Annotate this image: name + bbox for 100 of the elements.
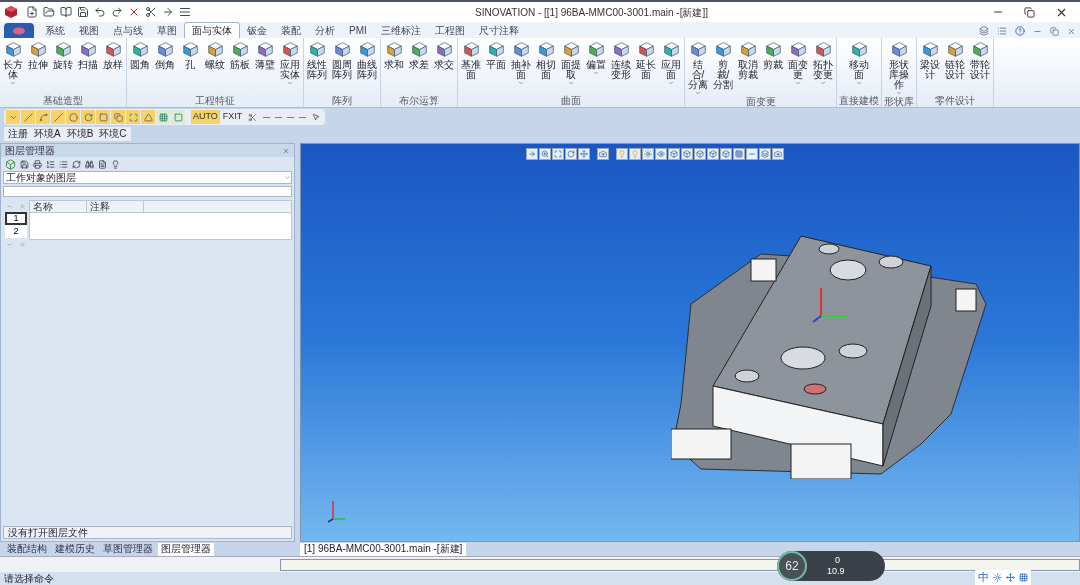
ribbon-tab[interactable]: 系统 bbox=[38, 23, 72, 38]
scroll-down-icon[interactable] bbox=[6, 240, 13, 248]
restore-icon[interactable] bbox=[1024, 6, 1035, 18]
ribbon-tab[interactable]: PMI bbox=[342, 23, 374, 38]
view-tool-button[interactable] bbox=[720, 148, 732, 160]
ribbon-tab[interactable]: 装配 bbox=[274, 23, 308, 38]
ribbon-button[interactable]: 相切面 bbox=[535, 38, 557, 95]
view-tool-button[interactable] bbox=[597, 148, 609, 160]
ribbon-button[interactable]: 偏置 bbox=[585, 38, 607, 95]
ribbon-button[interactable]: 筋板 bbox=[229, 38, 251, 95]
ribbon-button[interactable]: 圆周阵列 bbox=[331, 38, 353, 95]
ribbon-button[interactable]: 拉伸 bbox=[27, 38, 49, 95]
ribbon-button[interactable]: 孔 bbox=[179, 38, 201, 95]
save-icon[interactable] bbox=[77, 6, 89, 18]
ribbon-tab[interactable]: 三维标注 bbox=[373, 23, 428, 38]
ribbon-button[interactable]: 薄壁 bbox=[254, 38, 276, 95]
view-tool-button[interactable] bbox=[746, 148, 758, 160]
ribbon-button[interactable]: 求差 bbox=[408, 38, 430, 95]
row-header[interactable]: 1 bbox=[5, 212, 27, 225]
ribbon-button[interactable]: 剪裁 bbox=[762, 38, 784, 96]
ribbon-tab[interactable]: 点与线 bbox=[106, 23, 150, 38]
view-tool-button[interactable] bbox=[552, 148, 564, 160]
view-tool-button[interactable] bbox=[694, 148, 706, 160]
ribbon-button[interactable]: 梁设计 bbox=[919, 38, 941, 95]
environment-tab[interactable]: 注册 bbox=[8, 127, 28, 140]
list-icon[interactable] bbox=[59, 159, 68, 169]
view-tool-button[interactable] bbox=[616, 148, 628, 160]
arrow-right-icon[interactable] bbox=[162, 6, 174, 18]
mode-button[interactable]: FXIT bbox=[220, 110, 245, 124]
redo-icon[interactable] bbox=[111, 6, 123, 18]
ribbon-tab[interactable]: 钣金 bbox=[240, 23, 274, 38]
view-tool-button[interactable] bbox=[642, 148, 654, 160]
tool-button[interactable] bbox=[126, 110, 140, 124]
book-icon[interactable] bbox=[60, 6, 72, 18]
ribbon-button[interactable]: 曲线阵列 bbox=[356, 38, 378, 95]
ribbon-button[interactable]: 剪裁/分割 bbox=[712, 38, 734, 96]
view-tool-button[interactable] bbox=[578, 148, 590, 160]
tool-button[interactable] bbox=[156, 110, 170, 124]
ribbon-button[interactable]: 结合/分离 bbox=[687, 38, 709, 96]
column-header[interactable]: 注释 bbox=[87, 201, 144, 212]
ribbon-button[interactable]: 面变更 bbox=[787, 38, 809, 96]
menu-icon[interactable] bbox=[179, 6, 191, 18]
view-tool-button[interactable] bbox=[681, 148, 693, 160]
ribbon-tab[interactable]: 工程图 bbox=[427, 23, 472, 38]
environment-tab[interactable]: 环境B bbox=[66, 127, 94, 140]
panel-tab[interactable]: 草图管理器 bbox=[100, 542, 156, 556]
scissors-icon[interactable] bbox=[145, 6, 157, 18]
ribbon-button[interactable]: 面提取 bbox=[560, 38, 582, 95]
scroll-up-icon[interactable] bbox=[6, 202, 13, 210]
bulb-icon[interactable] bbox=[111, 159, 120, 169]
refresh-icon[interactable] bbox=[72, 159, 81, 169]
tool-button[interactable] bbox=[36, 110, 50, 124]
mode-button[interactable]: AUTO bbox=[191, 110, 220, 124]
ribbon-tab[interactable]: 视图 bbox=[72, 23, 106, 38]
close-icon[interactable] bbox=[128, 6, 140, 18]
tool-button[interactable] bbox=[21, 110, 35, 124]
3d-viewport[interactable] bbox=[300, 143, 1080, 542]
panel-tab[interactable]: 图层管理器 bbox=[158, 542, 214, 556]
ribbon-button[interactable]: 基准面 bbox=[460, 38, 482, 95]
layer-icon[interactable] bbox=[5, 158, 16, 170]
ribbon-tab[interactable]: 面与实体 bbox=[184, 22, 240, 38]
ribbon-button[interactable]: 平面 bbox=[485, 38, 507, 95]
undo-icon[interactable] bbox=[94, 6, 106, 18]
tool-button[interactable] bbox=[171, 110, 185, 124]
tool-button[interactable] bbox=[66, 110, 80, 124]
ribbon-button[interactable]: 求和 bbox=[383, 38, 405, 95]
ribbon-button[interactable]: 应用面 bbox=[660, 38, 682, 95]
view-tool-button[interactable] bbox=[526, 148, 538, 160]
tool-button[interactable] bbox=[6, 110, 20, 124]
view-tool-button[interactable] bbox=[629, 148, 641, 160]
environment-tab[interactable]: 环境A bbox=[34, 127, 61, 140]
ribbon-button[interactable]: 旋转 bbox=[52, 38, 74, 95]
list-icon[interactable] bbox=[46, 159, 55, 169]
tool-button[interactable] bbox=[81, 110, 95, 124]
ribbon-button[interactable]: 求交 bbox=[433, 38, 455, 95]
tool-button[interactable] bbox=[141, 110, 155, 124]
view-tool-button[interactable] bbox=[733, 148, 745, 160]
ribbon-tab[interactable]: 草图 bbox=[150, 23, 184, 38]
environment-tab[interactable]: 环境C bbox=[99, 127, 127, 140]
view-tool-button[interactable] bbox=[668, 148, 680, 160]
view-tool-button[interactable] bbox=[707, 148, 719, 160]
input-mode[interactable]: 中 bbox=[978, 571, 989, 584]
document-icon[interactable] bbox=[98, 159, 107, 169]
ribbon-button[interactable]: 链轮设计 bbox=[944, 38, 966, 95]
save-icon[interactable] bbox=[20, 159, 29, 169]
ribbon-button[interactable]: 带轮设计 bbox=[969, 38, 991, 95]
grid-icon[interactable] bbox=[1019, 573, 1028, 582]
ribbon-tab[interactable]: 分析 bbox=[308, 23, 342, 38]
ribbon-button[interactable]: 应用实体 bbox=[279, 38, 301, 95]
view-tool-button[interactable] bbox=[759, 148, 771, 160]
ribbon-button[interactable]: 线性阵列 bbox=[306, 38, 328, 95]
view-tool-button[interactable] bbox=[565, 148, 577, 160]
scissors-icon[interactable] bbox=[248, 112, 258, 122]
ribbon-button[interactable]: 圆角 bbox=[129, 38, 151, 95]
input-field[interactable] bbox=[3, 186, 292, 197]
pointer-icon[interactable] bbox=[312, 113, 321, 121]
layers-icon[interactable] bbox=[979, 26, 989, 36]
tool-button[interactable] bbox=[111, 110, 125, 124]
ribbon-button[interactable]: 取消剪裁 bbox=[737, 38, 759, 96]
app-logo-icon[interactable] bbox=[4, 5, 18, 19]
